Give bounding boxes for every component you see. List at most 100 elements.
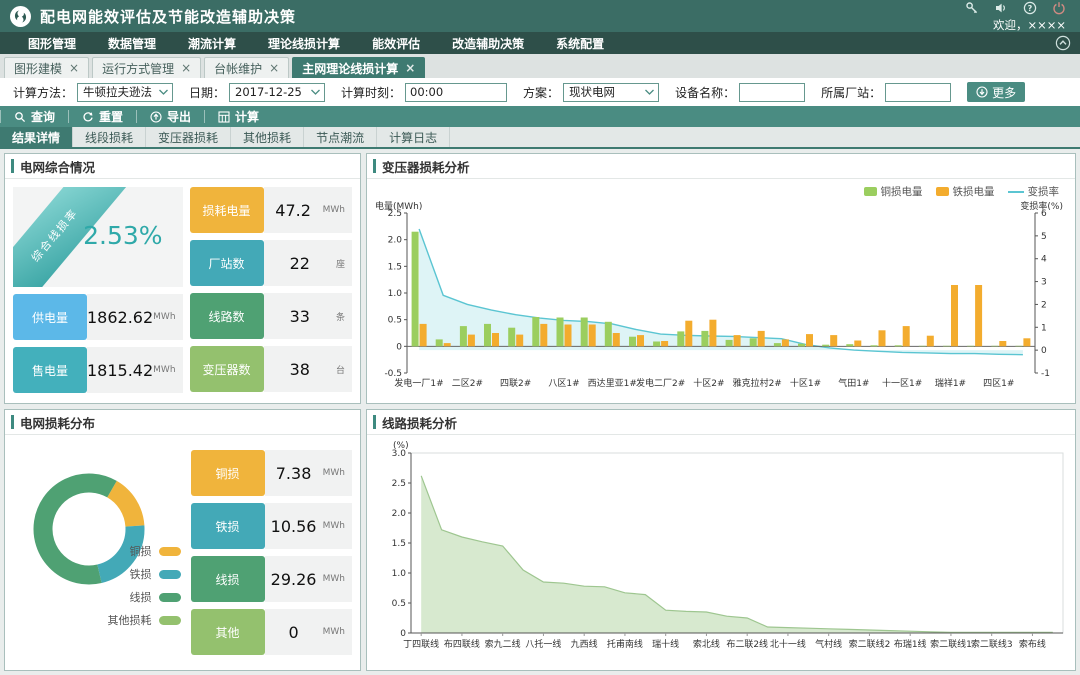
bar-iron[interactable] <box>709 320 716 347</box>
station-input[interactable] <box>885 83 951 102</box>
bar-iron[interactable] <box>420 324 427 346</box>
bar-copper[interactable] <box>798 344 805 347</box>
bar-iron[interactable] <box>540 324 547 346</box>
calc-method-select[interactable]: 牛顿拉夫逊法 <box>77 83 173 102</box>
sound-icon[interactable] <box>994 1 1008 15</box>
tab[interactable]: 图形建模× <box>4 57 89 78</box>
bar-iron[interactable] <box>951 285 958 346</box>
bar-iron[interactable] <box>782 339 789 346</box>
legend-swatch <box>864 187 877 196</box>
bar-copper[interactable] <box>991 346 998 347</box>
bar-iron[interactable] <box>661 341 668 346</box>
scheme-select[interactable]: 现状电网 <box>563 83 659 102</box>
subtab[interactable]: 变压器损耗 <box>146 127 231 147</box>
legend-item[interactable]: 变损率 <box>1008 184 1060 199</box>
bar-copper[interactable] <box>871 345 878 346</box>
bar-iron[interactable] <box>516 335 523 347</box>
bar-copper[interactable] <box>412 232 419 347</box>
bar-iron[interactable] <box>492 333 499 346</box>
bar-copper[interactable] <box>967 346 974 347</box>
bar-iron[interactable] <box>734 335 741 346</box>
bar-copper[interactable] <box>701 331 708 347</box>
close-icon[interactable]: × <box>69 61 79 75</box>
more-button[interactable]: 更多 <box>967 82 1025 102</box>
key-icon[interactable] <box>965 1 979 15</box>
bar-iron[interactable] <box>854 341 861 347</box>
bar-copper[interactable] <box>919 346 926 347</box>
nav-item[interactable]: 图形管理 <box>28 35 76 52</box>
bar-iron[interactable] <box>637 335 644 346</box>
bar-copper[interactable] <box>532 317 539 346</box>
calc-time-input[interactable] <box>405 83 507 102</box>
line-loss-chart: 3.02.52.01.51.00.50(%)丁四联线布四联线索九二线八托一线九西… <box>373 439 1073 669</box>
close-icon[interactable]: × <box>181 61 191 75</box>
bar-iron[interactable] <box>927 336 934 347</box>
donut-segment[interactable] <box>112 489 135 526</box>
bar-iron[interactable] <box>589 325 596 347</box>
bar-copper[interactable] <box>943 346 950 347</box>
nav-item[interactable]: 潮流计算 <box>188 35 236 52</box>
tab[interactable]: 运行方式管理× <box>92 57 201 78</box>
bar-iron[interactable] <box>806 334 813 346</box>
nav-item[interactable]: 能效评估 <box>372 35 420 52</box>
donut-legend-item[interactable]: 线损 <box>130 589 181 605</box>
bar-copper[interactable] <box>460 326 467 346</box>
search-button[interactable]: 查询 <box>0 110 68 123</box>
bar-iron[interactable] <box>903 326 910 346</box>
bar-copper[interactable] <box>629 337 636 347</box>
donut-legend-item[interactable]: 其他损耗 <box>108 612 181 628</box>
legend-item[interactable]: 铁损电量 <box>936 184 995 199</box>
bar-copper[interactable] <box>557 318 564 347</box>
bar-copper[interactable] <box>581 318 588 347</box>
subtab[interactable]: 其他损耗 <box>231 127 304 147</box>
bar-copper[interactable] <box>605 322 612 347</box>
nav-item[interactable]: 理论线损计算 <box>268 35 340 52</box>
subtab[interactable]: 结果详情 <box>0 127 73 147</box>
device-name-input[interactable] <box>739 83 805 102</box>
bar-iron[interactable] <box>685 321 692 347</box>
close-icon[interactable]: × <box>269 61 279 75</box>
bar-copper[interactable] <box>653 342 660 347</box>
export-button[interactable]: 导出 <box>136 110 204 123</box>
help-icon[interactable]: ? <box>1023 1 1037 15</box>
tab[interactable]: 台帐维护× <box>204 57 289 78</box>
bar-iron[interactable] <box>468 335 475 347</box>
date-select[interactable]: 2017-12-25 <box>229 83 325 102</box>
power-icon[interactable] <box>1052 1 1066 15</box>
bar-copper[interactable] <box>895 345 902 346</box>
bar-copper[interactable] <box>484 324 491 346</box>
bar-iron[interactable] <box>975 285 982 346</box>
close-icon[interactable]: × <box>405 61 415 75</box>
bar-iron[interactable] <box>1023 338 1030 346</box>
bar-copper[interactable] <box>436 339 443 346</box>
bar-copper[interactable] <box>1015 346 1022 347</box>
calculate-button[interactable]: 计算 <box>204 110 272 123</box>
nav-item[interactable]: 改造辅助决策 <box>452 35 524 52</box>
bar-copper[interactable] <box>677 331 684 346</box>
subtab[interactable]: 计算日志 <box>377 127 450 147</box>
collapse-nav-button[interactable] <box>1055 35 1071 54</box>
subtab[interactable]: 节点潮流 <box>304 127 377 147</box>
bar-iron[interactable] <box>565 325 572 347</box>
bar-iron[interactable] <box>830 335 837 346</box>
donut-segment[interactable] <box>43 483 112 575</box>
subtab[interactable]: 线段损耗 <box>73 127 146 147</box>
bar-copper[interactable] <box>774 343 781 346</box>
nav-item[interactable]: 系统配置 <box>556 35 604 52</box>
bar-iron[interactable] <box>758 331 765 347</box>
tab[interactable]: 主网理论线损计算× <box>292 57 425 78</box>
donut-legend-item[interactable]: 铜损 <box>130 543 181 559</box>
legend-item[interactable]: 铜损电量 <box>864 184 923 199</box>
bar-copper[interactable] <box>822 345 829 347</box>
bar-iron[interactable] <box>999 341 1006 346</box>
bar-copper[interactable] <box>508 328 515 347</box>
donut-legend-item[interactable]: 铁损 <box>130 566 181 582</box>
bar-copper[interactable] <box>750 338 757 346</box>
reset-button[interactable]: 重置 <box>68 110 136 123</box>
bar-iron[interactable] <box>444 343 451 346</box>
bar-iron[interactable] <box>613 333 620 346</box>
nav-item[interactable]: 数据管理 <box>108 35 156 52</box>
bar-copper[interactable] <box>726 340 733 346</box>
bar-iron[interactable] <box>879 330 886 346</box>
bar-copper[interactable] <box>846 344 853 346</box>
